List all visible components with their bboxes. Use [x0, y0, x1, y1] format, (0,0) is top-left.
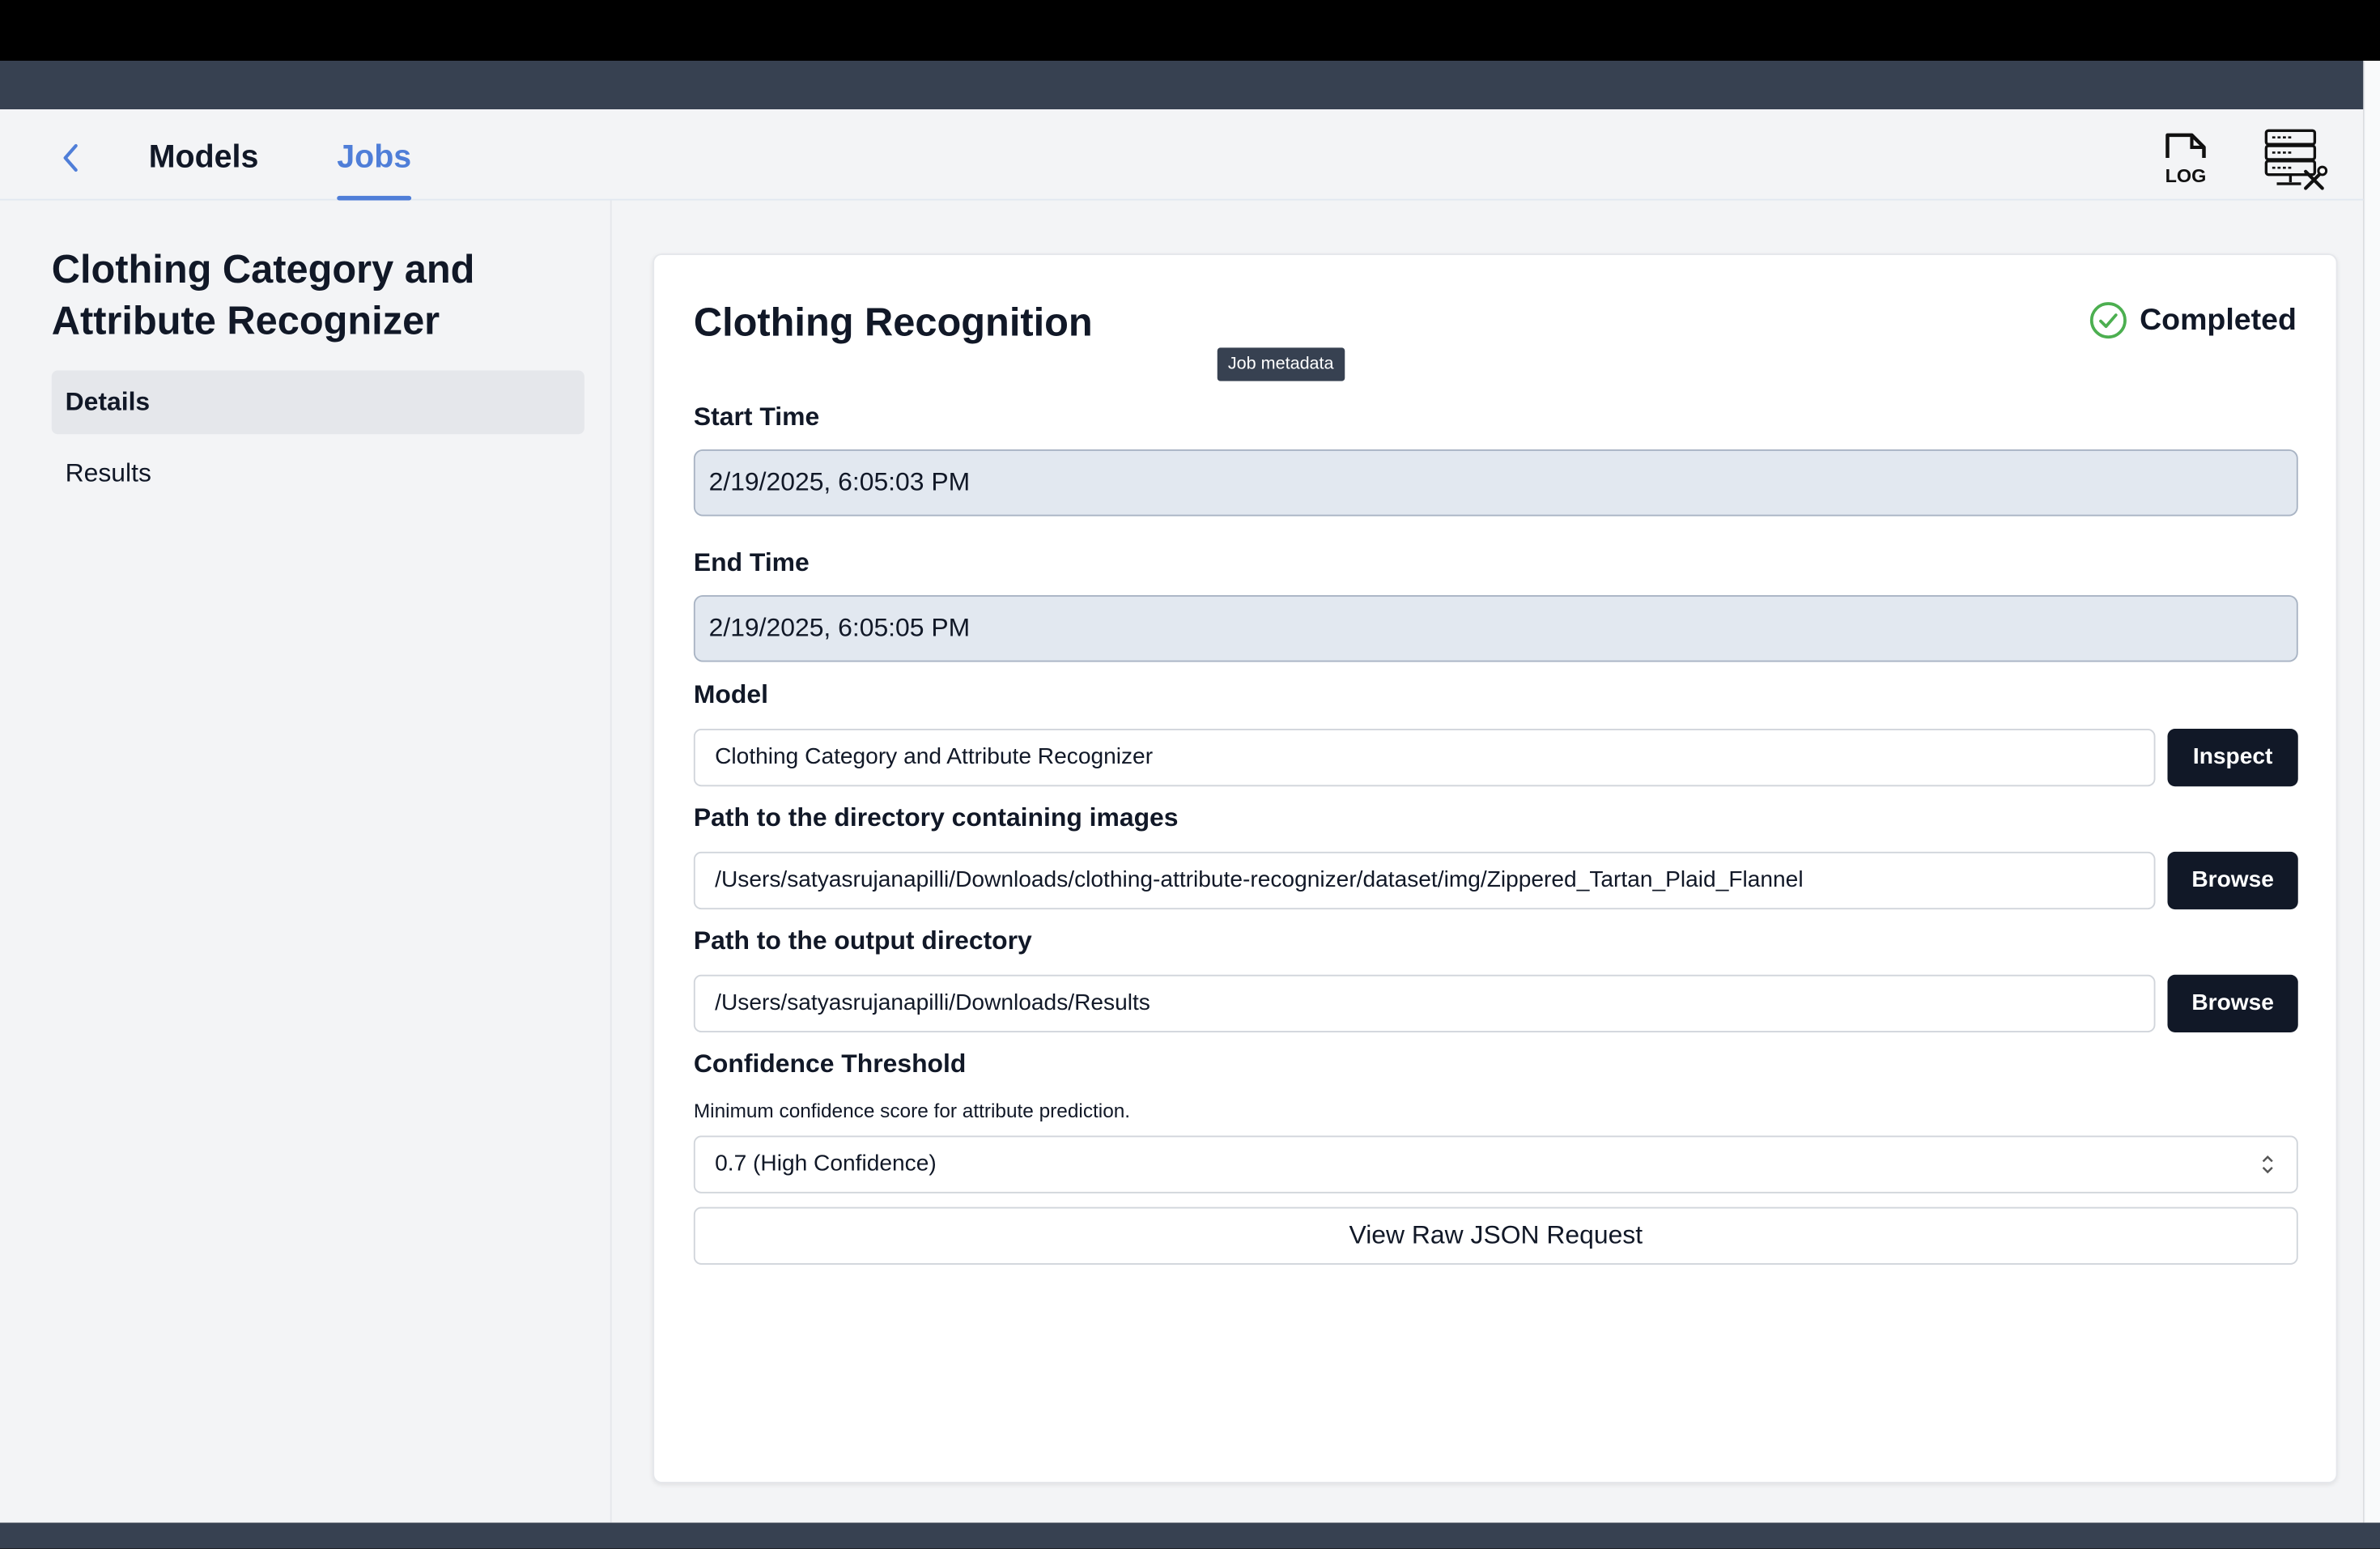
browse-input-button[interactable]: Browse	[2167, 851, 2298, 910]
app-window: Models Jobs LOG Clothing Category and At…	[0, 109, 2364, 1523]
confidence-label: Confidence Threshold	[693, 1049, 967, 1079]
browse-output-button[interactable]: Browse	[2167, 974, 2298, 1032]
log-file-icon: LOG	[2165, 133, 2207, 186]
tab-models[interactable]: Models	[149, 138, 259, 178]
scrollbar[interactable]	[2363, 61, 2380, 1523]
model-label: Model	[693, 680, 768, 709]
job-title: Clothing Recognition	[693, 299, 1093, 345]
inspect-button[interactable]: Inspect	[2167, 729, 2298, 787]
chevron-left-icon	[63, 143, 78, 172]
window-title-bar	[0, 61, 2380, 109]
job-details-card: Clothing Recognition Completed Start Tim…	[652, 253, 2338, 1483]
log-icon-label: LOG	[2165, 165, 2207, 185]
end-time-field[interactable]: 2/19/2025, 6:05:05 PM	[693, 595, 2298, 662]
screen: Models Jobs LOG Clothing Category and At…	[0, 0, 2380, 1549]
bottom-bar	[0, 1522, 2380, 1549]
confidence-select[interactable]: 0.7 (High Confidence)	[693, 1135, 2298, 1194]
confidence-help-text: Minimum confidence score for attribute p…	[693, 1099, 1131, 1122]
server-tools-icon	[2264, 129, 2328, 190]
confidence-selected-value: 0.7 (High Confidence)	[715, 1151, 937, 1177]
status-badge: Completed	[2088, 298, 2297, 343]
os-menu-bar	[0, 0, 2380, 61]
status-label: Completed	[2140, 303, 2297, 337]
chevron-up-down-icon	[2262, 1155, 2273, 1174]
model-field[interactable]: Clothing Category and Attribute Recogniz…	[693, 729, 2156, 787]
end-time-label: End Time	[693, 547, 810, 577]
sidebar-item-details[interactable]: Details	[51, 370, 584, 435]
sidebar-item-results[interactable]: Results	[52, 442, 584, 506]
check-circle-icon	[2089, 302, 2127, 339]
output-dir-field[interactable]: /Users/satyasrujanapilli/Downloads/Resul…	[693, 974, 2156, 1032]
output-dir-label: Path to the output directory	[693, 926, 1032, 955]
tab-jobs[interactable]: Jobs	[337, 138, 411, 178]
sidebar-title: Clothing Category and Attribute Recogniz…	[51, 245, 475, 343]
start-time-label: Start Time	[693, 402, 820, 432]
top-nav: Models Jobs LOG	[0, 109, 2364, 201]
sidebar: Clothing Category and Attribute Recogniz…	[0, 200, 612, 1523]
start-time-field[interactable]: 2/19/2025, 6:05:03 PM	[693, 449, 2298, 517]
tooltip: Job metadata	[1217, 347, 1345, 381]
view-raw-json-button[interactable]: View Raw JSON Request	[693, 1206, 2298, 1265]
back-button[interactable]	[55, 140, 88, 177]
input-dir-field[interactable]: /Users/satyasrujanapilli/Downloads/cloth…	[693, 851, 2156, 910]
log-button[interactable]: LOG	[2161, 130, 2213, 186]
input-dir-label: Path to the directory containing images	[693, 802, 1179, 832]
server-tools-button[interactable]	[2262, 128, 2329, 192]
